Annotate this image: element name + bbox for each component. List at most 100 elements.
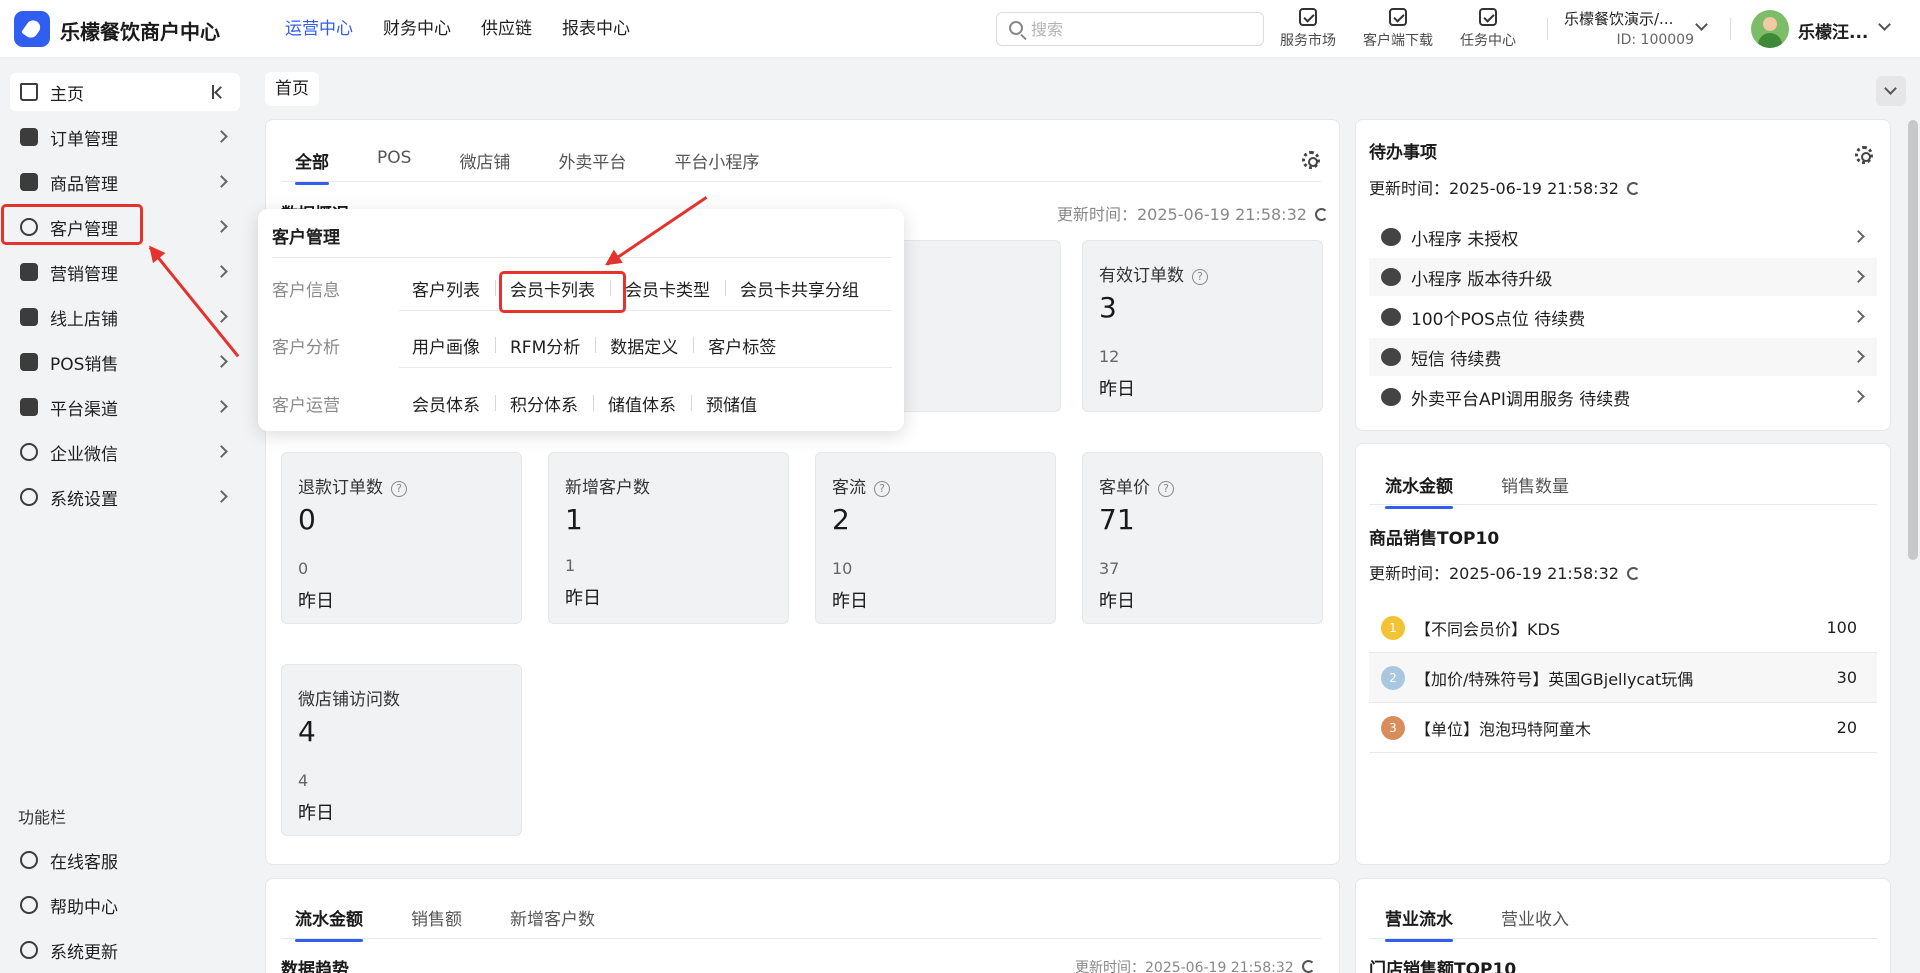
tab-micro-store[interactable]: 微店铺 (459, 148, 510, 173)
todo-item[interactable]: 100个POS点位 待续费 (1369, 298, 1877, 336)
settings-gear-icon[interactable] (1302, 151, 1320, 169)
sidebar-item-label: 平台渠道 (50, 399, 118, 420)
help-icon[interactable]: ? (1158, 481, 1174, 497)
top-nav-finance[interactable]: 财务中心 (368, 0, 466, 58)
tab-mini-program[interactable]: 平台小程序 (674, 148, 759, 173)
refresh-icon[interactable] (1314, 208, 1328, 221)
sidebar-item-channels[interactable]: 平台渠道 (10, 388, 240, 426)
sidebar-item-online-support[interactable]: 在线客服 (10, 841, 240, 879)
tab-all[interactable]: 全部 (295, 148, 329, 185)
chevron-right-icon (215, 355, 228, 368)
menu-member-card-share-group[interactable]: 会员卡共享分组 (725, 276, 874, 301)
todo-item[interactable]: 小程序 未授权 (1369, 218, 1877, 256)
refresh-icon[interactable] (1301, 960, 1315, 973)
task-center-button[interactable]: 任务中心 (1460, 6, 1516, 50)
top-nav-reports[interactable]: 报表中心 (547, 0, 645, 58)
todo-item[interactable]: 小程序 版本待升级 (1369, 258, 1877, 296)
channel-tabs: 全部 POS 微店铺 外卖平台 平台小程序 (295, 148, 807, 185)
todo-item[interactable]: 短信 待续费 (1369, 338, 1877, 376)
stat-card-traffic[interactable]: 客流? 2 10 昨日 (815, 452, 1056, 624)
tab-trend-flow[interactable]: 流水金额 (295, 905, 363, 942)
gold-medal-icon: 1 (1381, 615, 1405, 640)
stat-prev-value: 0 (298, 559, 309, 578)
sidebar-item-system-update[interactable]: 系统更新 (10, 931, 240, 969)
stat-card-refund-orders[interactable]: 退款订单数? 0 0 昨日 (281, 452, 522, 624)
todo-item[interactable]: 外卖平台API调用服务 待续费 (1369, 378, 1877, 416)
shop-bag-icon (1299, 8, 1317, 26)
download-folder-icon (1389, 8, 1407, 26)
app-logo-icon[interactable] (14, 11, 50, 47)
top-bar: 乐檬餐饮商户中心 运营中心 财务中心 供应链 报表中心 服务市场 客户端下载 任… (0, 0, 1920, 58)
sidebar-item-orders[interactable]: 订单管理 (10, 118, 240, 156)
help-icon[interactable]: ? (391, 481, 407, 497)
menu-points-system[interactable]: 积分体系 (495, 391, 593, 416)
sidebar-item-products[interactable]: 商品管理 (10, 163, 240, 201)
tab-delivery[interactable]: 外卖平台 (558, 148, 626, 173)
sidebar-item-help-center[interactable]: 帮助中心 (10, 886, 240, 924)
stat-card-micro-store-visits[interactable]: 微店铺访问数 4 4 昨日 (281, 664, 522, 836)
tab-store-flow[interactable]: 营业流水 (1385, 905, 1453, 942)
clipboard-check-icon (1479, 8, 1497, 26)
collapse-toggle[interactable] (1876, 76, 1906, 106)
sidebar-item-home[interactable]: 主页 (10, 73, 240, 111)
stat-value: 71 (1099, 503, 1135, 536)
tab-sales-qty[interactable]: 销售数量 (1501, 472, 1569, 497)
trend-update-time-text: 更新时间：2025-06-19 21:58:32 (1075, 960, 1294, 973)
menu-membership-system[interactable]: 会员体系 (397, 391, 495, 416)
sidebar-item-wecom[interactable]: 企业微信 (10, 433, 240, 471)
menu-rfm-analysis[interactable]: RFM分析 (495, 333, 595, 358)
todo-title: 待办事项 (1369, 143, 1437, 163)
menu-pre-stored-value[interactable]: 预储值 (691, 391, 772, 416)
collapse-sidebar-icon[interactable] (212, 85, 226, 99)
refresh-icon[interactable] (1626, 567, 1640, 580)
tab-trend-new-customers[interactable]: 新增客户数 (510, 905, 595, 930)
sidebar-item-marketing[interactable]: 营销管理 (10, 253, 240, 291)
gear-icon (20, 488, 38, 506)
stat-card-avg-ticket[interactable]: 客单价? 71 37 昨日 (1082, 452, 1323, 624)
search-input[interactable] (1031, 17, 1251, 41)
product-name: 【单位】泡泡玛特阿童木 (1415, 719, 1592, 739)
sidebar-item-pos-sales[interactable]: POS销售 (10, 343, 240, 381)
service-market-label: 服务市场 (1280, 33, 1336, 49)
client-download-button[interactable]: 客户端下载 (1363, 6, 1433, 50)
page-scrollbar[interactable] (1908, 120, 1918, 560)
tab-divider (281, 938, 1321, 939)
help-icon[interactable]: ? (874, 481, 890, 497)
tab-trend-sales[interactable]: 销售额 (411, 905, 462, 930)
user-chevron-down-icon[interactable] (1878, 18, 1891, 31)
menu-stored-value-system[interactable]: 储值体系 (593, 391, 691, 416)
product-box-icon (20, 173, 38, 191)
sidebar-item-label: POS销售 (50, 354, 119, 375)
app-brand[interactable]: 乐檬餐饮商户中心 (60, 16, 220, 45)
stat-value: 2 (832, 503, 850, 536)
top-nav: 运营中心 财务中心 供应链 报表中心 (270, 0, 645, 58)
menu-customer-tags[interactable]: 客户标签 (693, 333, 791, 358)
order-icon (20, 128, 38, 146)
search-box[interactable] (996, 12, 1264, 46)
refresh-icon[interactable] (1626, 182, 1640, 195)
sidebar-item-settings[interactable]: 系统设置 (10, 478, 240, 516)
top-nav-operations[interactable]: 运营中心 (270, 0, 368, 58)
stat-card-valid-orders[interactable]: 有效订单数? 3 12 昨日 (1082, 240, 1323, 412)
menu-data-definition[interactable]: 数据定义 (595, 333, 693, 358)
flyout-category: 客户分析 (272, 337, 340, 358)
stat-label: 客单价? (1099, 473, 1174, 498)
stat-label-text: 客单价 (1099, 478, 1150, 498)
sidebar-item-label: 营销管理 (50, 264, 118, 285)
user-name[interactable]: 乐檬汪... (1798, 18, 1868, 43)
menu-customer-list[interactable]: 客户列表 (397, 276, 495, 301)
top-nav-supply-chain[interactable]: 供应链 (466, 0, 547, 58)
menu-user-portrait[interactable]: 用户画像 (397, 333, 495, 358)
avatar[interactable] (1751, 10, 1789, 48)
breadcrumb[interactable]: 首页 (265, 72, 319, 106)
menu-member-card-type[interactable]: 会员卡类型 (610, 276, 725, 301)
help-icon[interactable]: ? (1192, 269, 1208, 285)
service-market-button[interactable]: 服务市场 (1280, 6, 1336, 50)
tab-store-income[interactable]: 营业收入 (1501, 905, 1569, 930)
todo-settings-gear-icon[interactable] (1855, 146, 1873, 164)
stat-card-new-customers[interactable]: 新增客户数 1 1 昨日 (548, 452, 789, 624)
search-icon (1009, 21, 1023, 35)
tab-pos[interactable]: POS (377, 148, 411, 173)
tab-flow-amount[interactable]: 流水金额 (1385, 472, 1453, 509)
flyout-category: 客户信息 (272, 280, 340, 301)
